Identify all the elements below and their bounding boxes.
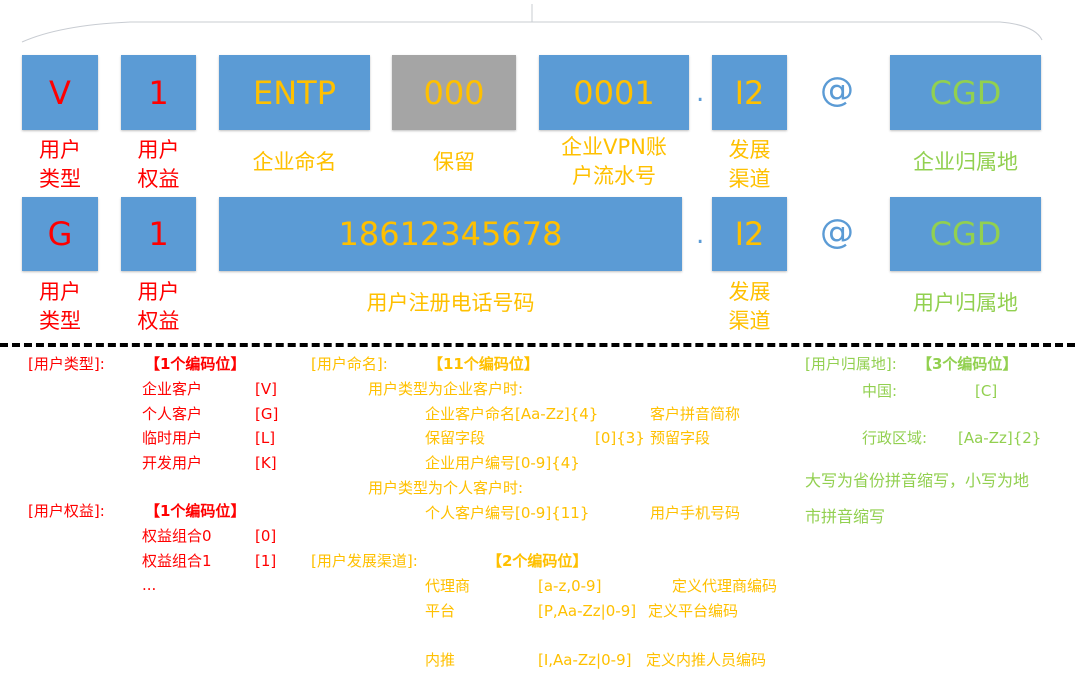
legend-code: [L] <box>255 429 276 447</box>
label-channel: 发展 渠道 <box>728 138 771 191</box>
legend-desc: 定义内推人员编码 <box>646 651 767 669</box>
label-region: 企业归属地 <box>913 150 1018 174</box>
legend-subheading: 用户类型为个人客户时: <box>368 479 524 497</box>
legend-item: 行政区域: <box>862 429 928 447</box>
legend-heading: [用户命名]: <box>311 355 388 373</box>
legend-code: [C] <box>975 382 998 400</box>
legend-item: 个人客户 <box>142 405 203 423</box>
label-user-type-2: 用户 类型 <box>39 280 81 333</box>
legend-code: [0]{3} <box>595 429 645 447</box>
label-channel-2: 发展 渠道 <box>728 280 771 333</box>
legend-item: 企业用户编号[0-9]{4} <box>425 454 580 472</box>
legend-item: 企业客户 <box>142 380 203 398</box>
legend-item: 平台 <box>425 602 456 620</box>
legend-code: [0] <box>255 527 277 545</box>
user-rights-box-2: 1 <box>121 197 196 271</box>
legend-count: 【2个编码位】 <box>487 552 588 570</box>
legend-item: 内推 <box>425 651 456 669</box>
legend-item: 个人客户编号[0-9]{11} <box>425 504 590 522</box>
brace-line <box>21 4 1043 43</box>
legend-subheading: 用户类型为企业客户时: <box>368 380 524 398</box>
label-user-rights: 用户 权益 <box>137 138 180 191</box>
region-box-2: CGD <box>890 197 1041 271</box>
legend-code: [a-z,0-9] <box>538 577 602 595</box>
legend-desc: 客户拼音简称 <box>650 405 741 423</box>
legend-heading: [用户权益]: <box>28 502 105 520</box>
legend-item: ... <box>142 576 157 594</box>
legend-heading: [用户归属地]: <box>805 355 897 373</box>
dot-separator-2: . <box>696 220 705 250</box>
legend-code: [1] <box>255 552 277 570</box>
legend-item: 企业客户命名[Aa-Zz]{4} <box>425 405 599 423</box>
region-box: CGD <box>890 55 1041 130</box>
legend-desc: 定义平台编码 <box>648 602 739 620</box>
legend-count: 【3个编码位】 <box>917 355 1018 373</box>
legend-note: 大写为省份拼音缩写，小写为地 <box>805 471 1030 490</box>
legend-count: 【1个编码位】 <box>145 355 246 373</box>
dot-separator: . <box>696 78 705 108</box>
legend-heading: [用户发展渠道]: <box>311 552 418 570</box>
user-type-box-2: G <box>22 197 98 271</box>
label-enterprise-name: 企业命名 <box>252 150 337 174</box>
legend-item: 开发用户 <box>142 454 203 472</box>
legend-code: [P,Aa-Zz|0-9] <box>538 602 637 620</box>
channel-box-2: I2 <box>712 197 787 271</box>
label-reserved: 保留 <box>433 150 475 174</box>
at-symbol: @ <box>820 70 854 110</box>
serial-box: 0001 <box>539 55 689 130</box>
legend-code: [G] <box>255 405 279 423</box>
legend-item: 中国: <box>862 382 898 400</box>
dashed-divider <box>0 343 1075 347</box>
legend-heading: [用户类型]: <box>28 355 105 373</box>
legend-desc: 用户手机号码 <box>650 504 741 522</box>
user-type-box: V <box>22 55 98 130</box>
label-phone: 用户注册电话号码 <box>366 291 535 315</box>
legend-item: 临时用户 <box>142 429 203 447</box>
legend-code: [I,Aa-Zz|0-9] <box>538 651 632 669</box>
legend-item: 权益组合0 <box>142 527 212 545</box>
user-rights-box: 1 <box>121 55 196 130</box>
label-user-rights-2: 用户 权益 <box>137 280 180 333</box>
label-serial: 企业VPN账 户流水号 <box>561 135 667 188</box>
channel-box: I2 <box>712 55 787 130</box>
reserved-box: 000 <box>392 55 516 130</box>
legend-desc: 定义代理商编码 <box>672 577 778 595</box>
legend-count: 【11个编码位】 <box>428 355 539 373</box>
enterprise-name-box: ENTP <box>219 55 370 130</box>
legend-desc: 预留字段 <box>650 429 711 447</box>
legend-code: [V] <box>255 380 277 398</box>
legend-item: 代理商 <box>425 577 471 595</box>
legend-item: 保留字段 <box>425 429 486 447</box>
legend-code: [K] <box>255 454 277 472</box>
legend-code: [Aa-Zz]{2} <box>958 429 1042 447</box>
label-user-type: 用户 类型 <box>39 138 81 191</box>
legend-item: 权益组合1 <box>142 552 212 570</box>
phone-box: 18612345678 <box>219 197 682 271</box>
at-symbol-2: @ <box>820 212 854 252</box>
diagram: V 1 ENTP 000 0001 . I2 @ CGD 用户 类型 用户 权益… <box>0 0 1075 681</box>
legend-count: 【1个编码位】 <box>145 502 246 520</box>
legend-note: 市拼音缩写 <box>805 507 886 526</box>
label-region-2: 用户归属地 <box>913 291 1018 315</box>
